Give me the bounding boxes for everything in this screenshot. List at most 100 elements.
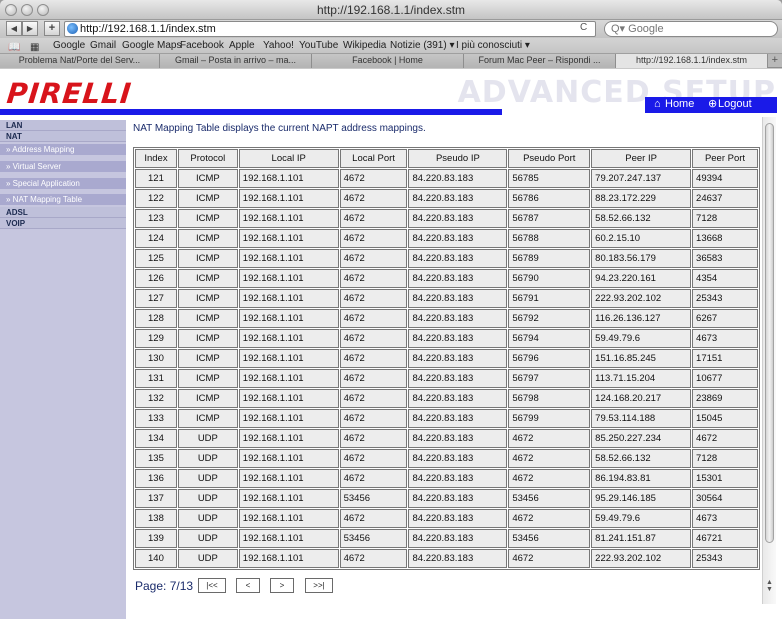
new-tab-button[interactable]: + xyxy=(772,54,778,67)
bookmark-wikipedia[interactable]: Wikipedia xyxy=(343,38,386,53)
table-cell: 4672 xyxy=(508,469,591,488)
table-header-row: Index Protocol Local IP Local Port Pseud… xyxy=(135,149,758,168)
grid-icon[interactable]: ▦ xyxy=(30,40,39,55)
table-row: 136 UDP 192.168.1.101 4672 84.220.83.183 4672… xyxy=(135,469,758,488)
table-row: 121 ICMP 192.168.1.101 4672 84.220.83.183 567… xyxy=(135,169,758,188)
table-row: 126 ICMP 192.168.1.101 4672 84.220.83.183 567… xyxy=(135,269,758,288)
reload-button[interactable]: C xyxy=(580,22,587,33)
table-row: 131 ICMP 192.168.1.101 4672 84.220.83.183 567… xyxy=(135,369,758,388)
sidebar-item-nat-mapping-table[interactable]: » NAT Mapping Table xyxy=(0,194,126,205)
browser-toolbar: ◀ ▶ + http://192.168.1.1/index.stm C Q▾ … xyxy=(0,20,782,38)
bookmark-piu-conosciuti[interactable]: I più conosciuti ▾ xyxy=(456,38,530,53)
table-cell: 84.220.83.183 xyxy=(408,329,508,348)
table-cell: ICMP xyxy=(177,389,238,408)
bookmark-google[interactable]: Google xyxy=(53,38,85,53)
table-cell: 84.220.83.183 xyxy=(408,249,508,268)
table-cell: 58.52.66.132 xyxy=(591,449,692,468)
table-cell: 116.26.136.127 xyxy=(591,309,692,328)
table-cell: 56788 xyxy=(508,229,591,248)
sidebar-item-adsl[interactable]: ADSL xyxy=(0,207,126,218)
scrollbar-thumb[interactable] xyxy=(765,123,774,543)
page-description: NAT Mapping Table displays the current N… xyxy=(133,123,426,134)
sidebar: LAN NAT » Address Mapping » Virtual Serv… xyxy=(0,120,126,619)
home-link[interactable]: Home xyxy=(665,97,694,112)
previous-page-button[interactable]: < xyxy=(236,578,260,593)
tab-gmail[interactable]: Gmail – Posta in arrivo – ma... xyxy=(160,54,312,68)
first-page-button[interactable]: |<< xyxy=(198,578,226,593)
bookmark-gmail[interactable]: Gmail xyxy=(90,38,116,53)
bookmark-apple[interactable]: Apple xyxy=(229,38,255,53)
back-button[interactable]: ◀ xyxy=(6,21,22,36)
table-cell: 84.220.83.183 xyxy=(408,369,508,388)
table-cell: 130 xyxy=(135,349,177,368)
table-cell: 133 xyxy=(135,409,177,428)
address-text: http://192.168.1.1/index.stm xyxy=(80,23,216,35)
sidebar-item-special-application[interactable]: » Special Application xyxy=(0,178,126,189)
table-cell: 56796 xyxy=(508,349,591,368)
table-cell: ICMP xyxy=(177,409,238,428)
table-cell: 134 xyxy=(135,429,177,448)
tab-problema-nat[interactable]: Problema Nat/Porte del Serv... xyxy=(0,54,160,68)
column-header: Peer Port xyxy=(692,149,758,168)
sidebar-item-virtual-server[interactable]: » Virtual Server xyxy=(0,161,126,172)
table-cell: 84.220.83.183 xyxy=(408,169,508,188)
table-cell: 84.220.83.183 xyxy=(408,209,508,228)
table-cell: 4354 xyxy=(692,269,758,288)
bookmark-google-maps[interactable]: Google Maps xyxy=(122,38,181,53)
table-cell: 4672 xyxy=(339,309,408,328)
table-cell: 58.52.66.132 xyxy=(591,209,692,228)
table-cell: UDP xyxy=(177,509,238,528)
tab-router-index[interactable]: http://192.168.1.1/index.stm xyxy=(616,54,768,68)
table-cell: 192.168.1.101 xyxy=(238,349,339,368)
bookmark-youtube[interactable]: YouTube xyxy=(299,38,338,53)
table-cell: 151.16.85.245 xyxy=(591,349,692,368)
bookmark-yahoo[interactable]: Yahoo! xyxy=(263,38,294,53)
table-cell: 84.220.83.183 xyxy=(408,289,508,308)
table-cell: 192.168.1.101 xyxy=(238,469,339,488)
forward-button[interactable]: ▶ xyxy=(22,21,38,36)
sidebar-item-address-mapping[interactable]: » Address Mapping xyxy=(0,144,126,155)
table-cell: 192.168.1.101 xyxy=(238,529,339,548)
table-cell: 4673 xyxy=(692,509,758,528)
table-cell: 4673 xyxy=(692,329,758,348)
add-bookmark-button[interactable]: + xyxy=(44,21,60,36)
table-cell: 84.220.83.183 xyxy=(408,229,508,248)
logout-link[interactable]: Logout xyxy=(718,97,752,112)
table-cell: 124 xyxy=(135,229,177,248)
tab-forum-macpeer[interactable]: Forum Mac Peer – Rispondi ... xyxy=(464,54,616,68)
table-cell: 53456 xyxy=(339,489,408,508)
column-header: Local IP xyxy=(238,149,339,168)
table-cell: ICMP xyxy=(177,269,238,288)
table-cell: 4672 xyxy=(339,509,408,528)
table-cell: 4672 xyxy=(339,549,408,568)
table-cell: 4672 xyxy=(339,389,408,408)
table-cell: 84.220.83.183 xyxy=(408,409,508,428)
sidebar-item-nat[interactable]: NAT xyxy=(0,131,126,142)
table-cell: 30564 xyxy=(692,489,758,508)
pirelli-logo: PIRELLI xyxy=(5,77,134,110)
address-bar[interactable]: http://192.168.1.1/index.stm xyxy=(64,21,596,37)
table-cell: 84.220.83.183 xyxy=(408,469,508,488)
tab-facebook[interactable]: Facebook | Home xyxy=(312,54,464,68)
table-cell: UDP xyxy=(177,549,238,568)
table-cell: UDP xyxy=(177,529,238,548)
last-page-button[interactable]: >>| xyxy=(305,578,333,593)
table-row: 122 ICMP 192.168.1.101 4672 84.220.83.183 567… xyxy=(135,189,758,208)
vertical-scrollbar[interactable] xyxy=(762,117,776,604)
sidebar-item-lan[interactable]: LAN xyxy=(0,120,126,131)
table-row: 135 UDP 192.168.1.101 4672 84.220.83.183 4672… xyxy=(135,449,758,468)
next-page-button[interactable]: > xyxy=(270,578,294,593)
tab-bar: Problema Nat/Porte del Serv... Gmail – P… xyxy=(0,54,782,68)
bookmark-notizie[interactable]: Notizie (391) ▾ xyxy=(390,38,455,53)
table-cell: 4672 xyxy=(339,349,408,368)
bookmark-facebook[interactable]: Facebook xyxy=(180,38,224,53)
sidebar-item-voip[interactable]: VOIP xyxy=(0,218,126,229)
search-input[interactable]: Q▾ Google xyxy=(604,21,778,37)
table-cell: 85.250.227.234 xyxy=(591,429,692,448)
book-icon[interactable]: 📖 xyxy=(8,40,20,55)
page-indicator: Page: 7/13 xyxy=(135,579,194,593)
table-cell: 4672 xyxy=(508,549,591,568)
table-cell: 121 xyxy=(135,169,177,188)
scroll-arrows-icon[interactable]: ▲ ▼ xyxy=(766,579,773,593)
table-cell: 192.168.1.101 xyxy=(238,489,339,508)
